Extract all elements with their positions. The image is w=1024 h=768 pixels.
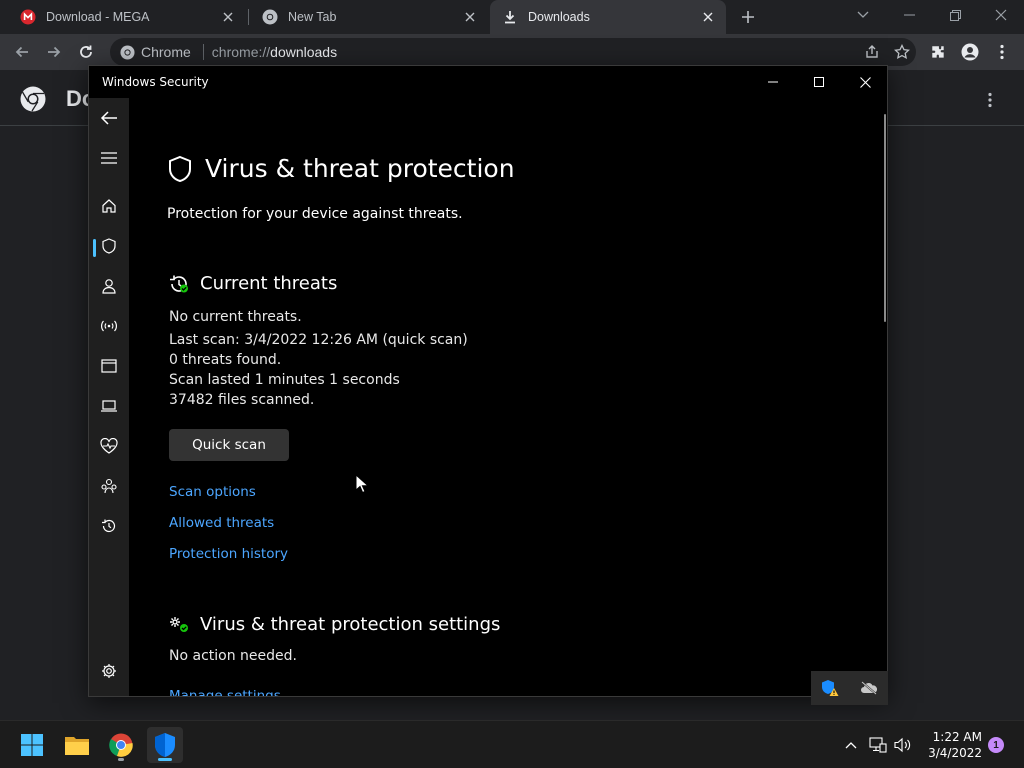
- tab-downloads[interactable]: Downloads: [490, 0, 726, 34]
- chrome-icon: [262, 9, 278, 25]
- onedrive-offline-icon[interactable]: [860, 681, 878, 695]
- address-bar[interactable]: Chrome chrome://downloads: [110, 38, 916, 66]
- shield-icon: [167, 155, 193, 183]
- file-explorer-icon[interactable]: [59, 727, 95, 763]
- url-host: downloads: [270, 44, 338, 60]
- home-icon[interactable]: [89, 188, 129, 224]
- page-subtitle: Protection for your device against threa…: [167, 206, 463, 222]
- minimize-button[interactable]: [750, 66, 796, 98]
- active-indicator: [158, 758, 172, 761]
- page-title: Virus & threat protection: [205, 154, 515, 183]
- clock-date: 3/4/2022: [928, 746, 982, 760]
- mouse-cursor-icon: [355, 474, 369, 494]
- tray-overflow-popup: [811, 671, 888, 705]
- settings-gear-icon[interactable]: [89, 653, 129, 689]
- settings-section-heading: Virus & threat protection settings: [200, 614, 501, 635]
- tab-separator: [248, 9, 249, 25]
- files-scanned-line: 37482 files scanned.: [169, 392, 315, 408]
- start-button[interactable]: [14, 727, 50, 763]
- network-icon[interactable]: [868, 735, 888, 755]
- downloads-menu-icon[interactable]: [978, 88, 1002, 112]
- current-threats-header: Current threats: [169, 273, 337, 294]
- mega-icon: [20, 9, 36, 25]
- settings-section-header: Virus & threat protection settings: [169, 614, 500, 635]
- url-scheme: chrome://: [211, 44, 271, 60]
- protection-history-icon[interactable]: [89, 508, 129, 544]
- protection-history-link[interactable]: Protection history: [169, 546, 288, 562]
- last-scan-line: Last scan: 3/4/2022 12:26 AM (quick scan…: [169, 332, 468, 348]
- tab-search-icon[interactable]: [840, 0, 886, 30]
- threat-history-icon: [169, 274, 190, 294]
- chrome-logo-icon: [20, 86, 46, 112]
- app-browser-control-icon[interactable]: [89, 348, 129, 384]
- omnibox-divider: [202, 44, 204, 60]
- taskbar-clock[interactable]: 1:22 AM 3/4/2022: [922, 729, 982, 761]
- manage-settings-link[interactable]: Manage settings: [169, 688, 281, 696]
- new-tab-button[interactable]: [736, 5, 760, 29]
- chrome-icon: [120, 44, 135, 60]
- chrome-taskbar-icon[interactable]: [103, 727, 139, 763]
- scan-duration-line: Scan lasted 1 minutes 1 seconds: [169, 372, 400, 388]
- download-icon: [502, 9, 518, 25]
- device-security-icon[interactable]: [89, 388, 129, 424]
- site-chip-label: Chrome: [141, 44, 191, 60]
- account-protection-icon[interactable]: [89, 268, 129, 304]
- tab-title: New Tab: [288, 10, 337, 24]
- restore-button[interactable]: [932, 0, 978, 30]
- family-options-icon[interactable]: [89, 468, 129, 504]
- navigation-rail: [89, 98, 129, 696]
- scan-options-link[interactable]: Scan options: [169, 484, 256, 500]
- notification-badge[interactable]: 1: [988, 737, 1004, 753]
- bookmark-star-icon[interactable]: [894, 44, 910, 60]
- window-title: Windows Security: [102, 75, 209, 89]
- site-chip[interactable]: Chrome: [120, 44, 191, 60]
- running-indicator: [118, 758, 124, 761]
- device-health-icon[interactable]: [89, 428, 129, 464]
- settings-gears-icon: [169, 616, 190, 634]
- shield-icon[interactable]: [89, 228, 129, 264]
- chevron-up-icon[interactable]: [841, 735, 861, 755]
- taskbar: 1:22 AM 3/4/2022 1: [0, 720, 1024, 768]
- profile-avatar-icon[interactable]: [956, 38, 984, 66]
- current-threats-heading: Current threats: [200, 273, 338, 294]
- main-content: Virus & threat protection Protection for…: [129, 98, 887, 696]
- close-window-button[interactable]: [842, 66, 887, 98]
- browser-tabstrip: Download - MEGA New Tab Downloads: [0, 0, 1024, 34]
- back-button[interactable]: [8, 38, 36, 66]
- minimize-button[interactable]: [886, 0, 932, 30]
- tab-title: Downloads: [528, 10, 590, 24]
- clock-time: 1:22 AM: [932, 730, 982, 744]
- settings-status-line: No action needed.: [169, 648, 297, 664]
- back-button[interactable]: [89, 100, 129, 136]
- hamburger-menu-icon[interactable]: [89, 140, 129, 176]
- tab-mega[interactable]: Download - MEGA: [8, 0, 246, 34]
- close-icon[interactable]: [462, 9, 478, 25]
- volume-icon[interactable]: [893, 735, 913, 755]
- allowed-threats-link[interactable]: Allowed threats: [169, 515, 274, 531]
- page-header: Virus & threat protection: [167, 154, 515, 183]
- windows-security-tray-icon[interactable]: [821, 679, 839, 697]
- window-titlebar[interactable]: Windows Security: [89, 66, 887, 98]
- quick-scan-button[interactable]: Quick scan: [169, 429, 289, 461]
- close-icon[interactable]: [700, 9, 716, 25]
- reload-button[interactable]: [72, 38, 100, 66]
- maximize-button[interactable]: [796, 66, 842, 98]
- extensions-icon[interactable]: [924, 38, 952, 66]
- close-window-button[interactable]: [978, 0, 1024, 30]
- tab-title: Download - MEGA: [46, 10, 150, 24]
- windows-security-taskbar-icon[interactable]: [147, 727, 183, 763]
- share-icon[interactable]: [864, 44, 880, 60]
- tab-new-tab[interactable]: New Tab: [250, 0, 488, 34]
- windows-security-window: Windows Security Virus & threat protecti…: [88, 65, 888, 697]
- threat-status-line: No current threats.: [169, 309, 302, 325]
- close-icon[interactable]: [220, 9, 236, 25]
- chrome-menu-icon[interactable]: [988, 38, 1016, 66]
- threats-found-line: 0 threats found.: [169, 352, 282, 368]
- network-wifi-icon[interactable]: [89, 308, 129, 344]
- forward-button[interactable]: [40, 38, 68, 66]
